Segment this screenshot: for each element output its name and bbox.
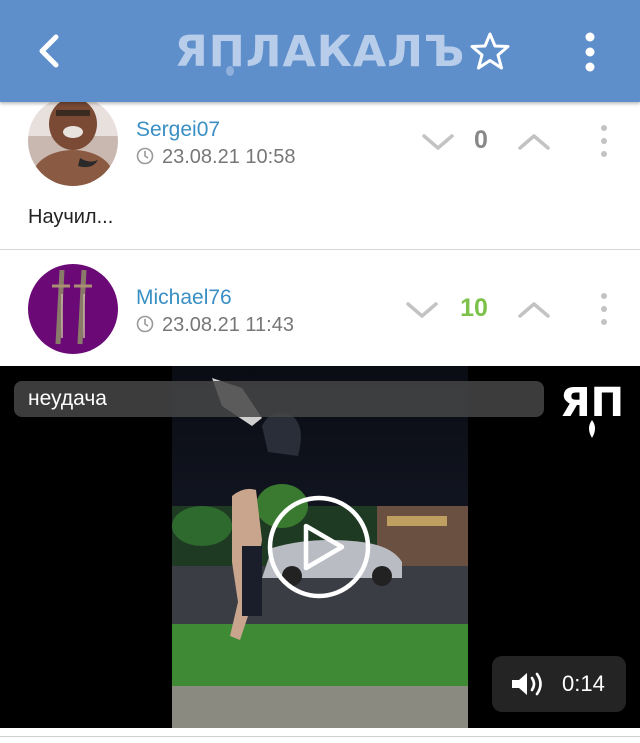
downvote-chevron-icon[interactable]	[420, 130, 456, 154]
video-duration: 0:14	[562, 671, 605, 696]
speaker-icon[interactable]	[510, 670, 546, 698]
app-bar: ЯПЛАКАЛЪ	[0, 0, 640, 102]
score: 10	[460, 294, 488, 322]
downvote-chevron-icon[interactable]	[404, 298, 440, 322]
video-duration-badge: 0:14	[492, 656, 626, 712]
comment-item: Michael76 23.08.21 11:43 10	[0, 250, 640, 366]
comment-text: Научил...	[28, 206, 114, 228]
video-player[interactable]: неудача ЯП 0:14	[0, 366, 640, 728]
clock-icon	[136, 315, 154, 333]
svg-text:ЯП: ЯП	[560, 380, 624, 426]
upvote-chevron-icon[interactable]	[516, 130, 552, 154]
logo-drop-icon	[226, 66, 234, 76]
upvote-chevron-icon[interactable]	[516, 298, 552, 322]
play-icon[interactable]	[266, 494, 372, 600]
more-vertical-icon[interactable]	[578, 30, 602, 74]
comment-menu-icon[interactable]	[599, 292, 609, 326]
avatar[interactable]	[28, 96, 118, 186]
timestamp: 23.08.21 10:58	[136, 146, 295, 169]
video-caption: неудача	[14, 381, 544, 417]
avatar[interactable]	[28, 264, 118, 354]
comment-menu-icon[interactable]	[599, 124, 609, 158]
username[interactable]: Michael76	[136, 286, 232, 310]
divider	[0, 736, 640, 737]
score: 0	[474, 126, 488, 154]
timestamp: 23.08.21 11:43	[136, 314, 294, 337]
username[interactable]: Sergei07	[136, 118, 220, 142]
site-logo[interactable]: ЯПЛАКАЛЪ	[0, 28, 640, 76]
watermark-logo: ЯП	[560, 380, 624, 438]
clock-icon	[136, 147, 154, 165]
star-outline-icon[interactable]	[468, 30, 512, 74]
